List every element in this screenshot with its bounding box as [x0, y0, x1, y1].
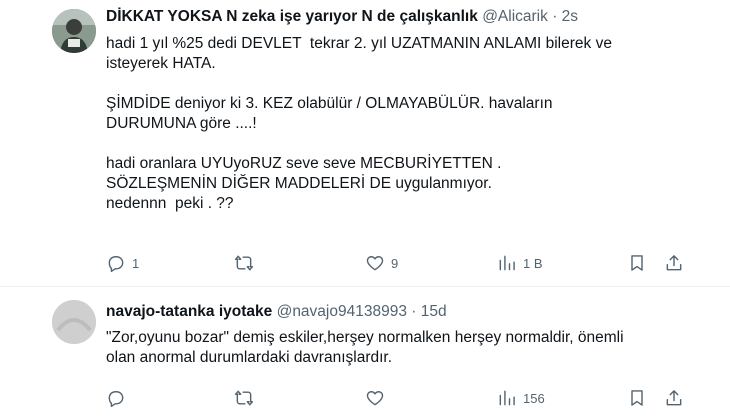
tweet[interactable]: DİKKAT YOKSA N zeka işe yarıyor N de çal… — [0, 0, 730, 287]
retweet-button[interactable] — [234, 251, 260, 275]
separator: · — [411, 303, 417, 320]
reply-icon — [108, 256, 124, 273]
like-button[interactable]: 9 — [365, 251, 398, 275]
retweet-button[interactable] — [234, 386, 260, 410]
views-button[interactable]: 156 — [497, 386, 545, 410]
share-button[interactable] — [664, 251, 684, 275]
bookmark-button[interactable] — [627, 251, 647, 275]
bookmark-icon — [631, 255, 643, 271]
reply-button[interactable] — [106, 386, 132, 410]
bookmark-icon — [631, 390, 643, 406]
avatar[interactable] — [52, 300, 96, 344]
reply-count: 1 — [132, 255, 140, 271]
timestamp[interactable]: 15d — [421, 303, 447, 320]
share-icon — [666, 390, 682, 406]
tweet[interactable]: navajo-tatanka iyotake @navajo94138993 ·… — [0, 287, 730, 420]
display-name[interactable]: DİKKAT YOKSA N zeka işe yarıyor N de çal… — [106, 8, 478, 25]
display-name[interactable]: navajo-tatanka iyotake — [106, 303, 272, 320]
tweet-text: hadi 1 yıl %25 dedi DEVLET tekrar 2. yıl… — [106, 35, 612, 212]
view-count: 1 B — [523, 255, 543, 271]
retweet-icon — [234, 390, 254, 406]
views-icon — [499, 390, 515, 406]
retweet-icon — [234, 255, 254, 271]
like-count: 9 — [391, 255, 399, 271]
separator: · — [552, 8, 558, 25]
timestamp[interactable]: 2s — [562, 8, 578, 25]
reply-icon — [108, 391, 124, 408]
view-count: 156 — [523, 390, 545, 406]
avatar[interactable] — [52, 9, 96, 53]
reply-button[interactable]: 1 — [106, 251, 139, 275]
heart-icon — [366, 256, 384, 271]
heart-icon — [366, 391, 384, 406]
user-handle[interactable]: @navajo94138993 — [277, 303, 407, 320]
tweet-actions: 1 9 1 B — [106, 251, 686, 275]
share-button[interactable] — [664, 386, 684, 410]
like-button[interactable] — [365, 386, 391, 410]
share-icon — [666, 255, 682, 271]
views-button[interactable]: 1 B — [497, 251, 543, 275]
views-icon — [499, 255, 515, 271]
tweet-actions: 156 — [106, 386, 686, 410]
user-handle[interactable]: @Alicarik — [482, 8, 548, 25]
bookmark-button[interactable] — [627, 386, 647, 410]
tweet-text: "Zor,oyunu bozar" demiş eskiler,herşey n… — [106, 329, 624, 366]
